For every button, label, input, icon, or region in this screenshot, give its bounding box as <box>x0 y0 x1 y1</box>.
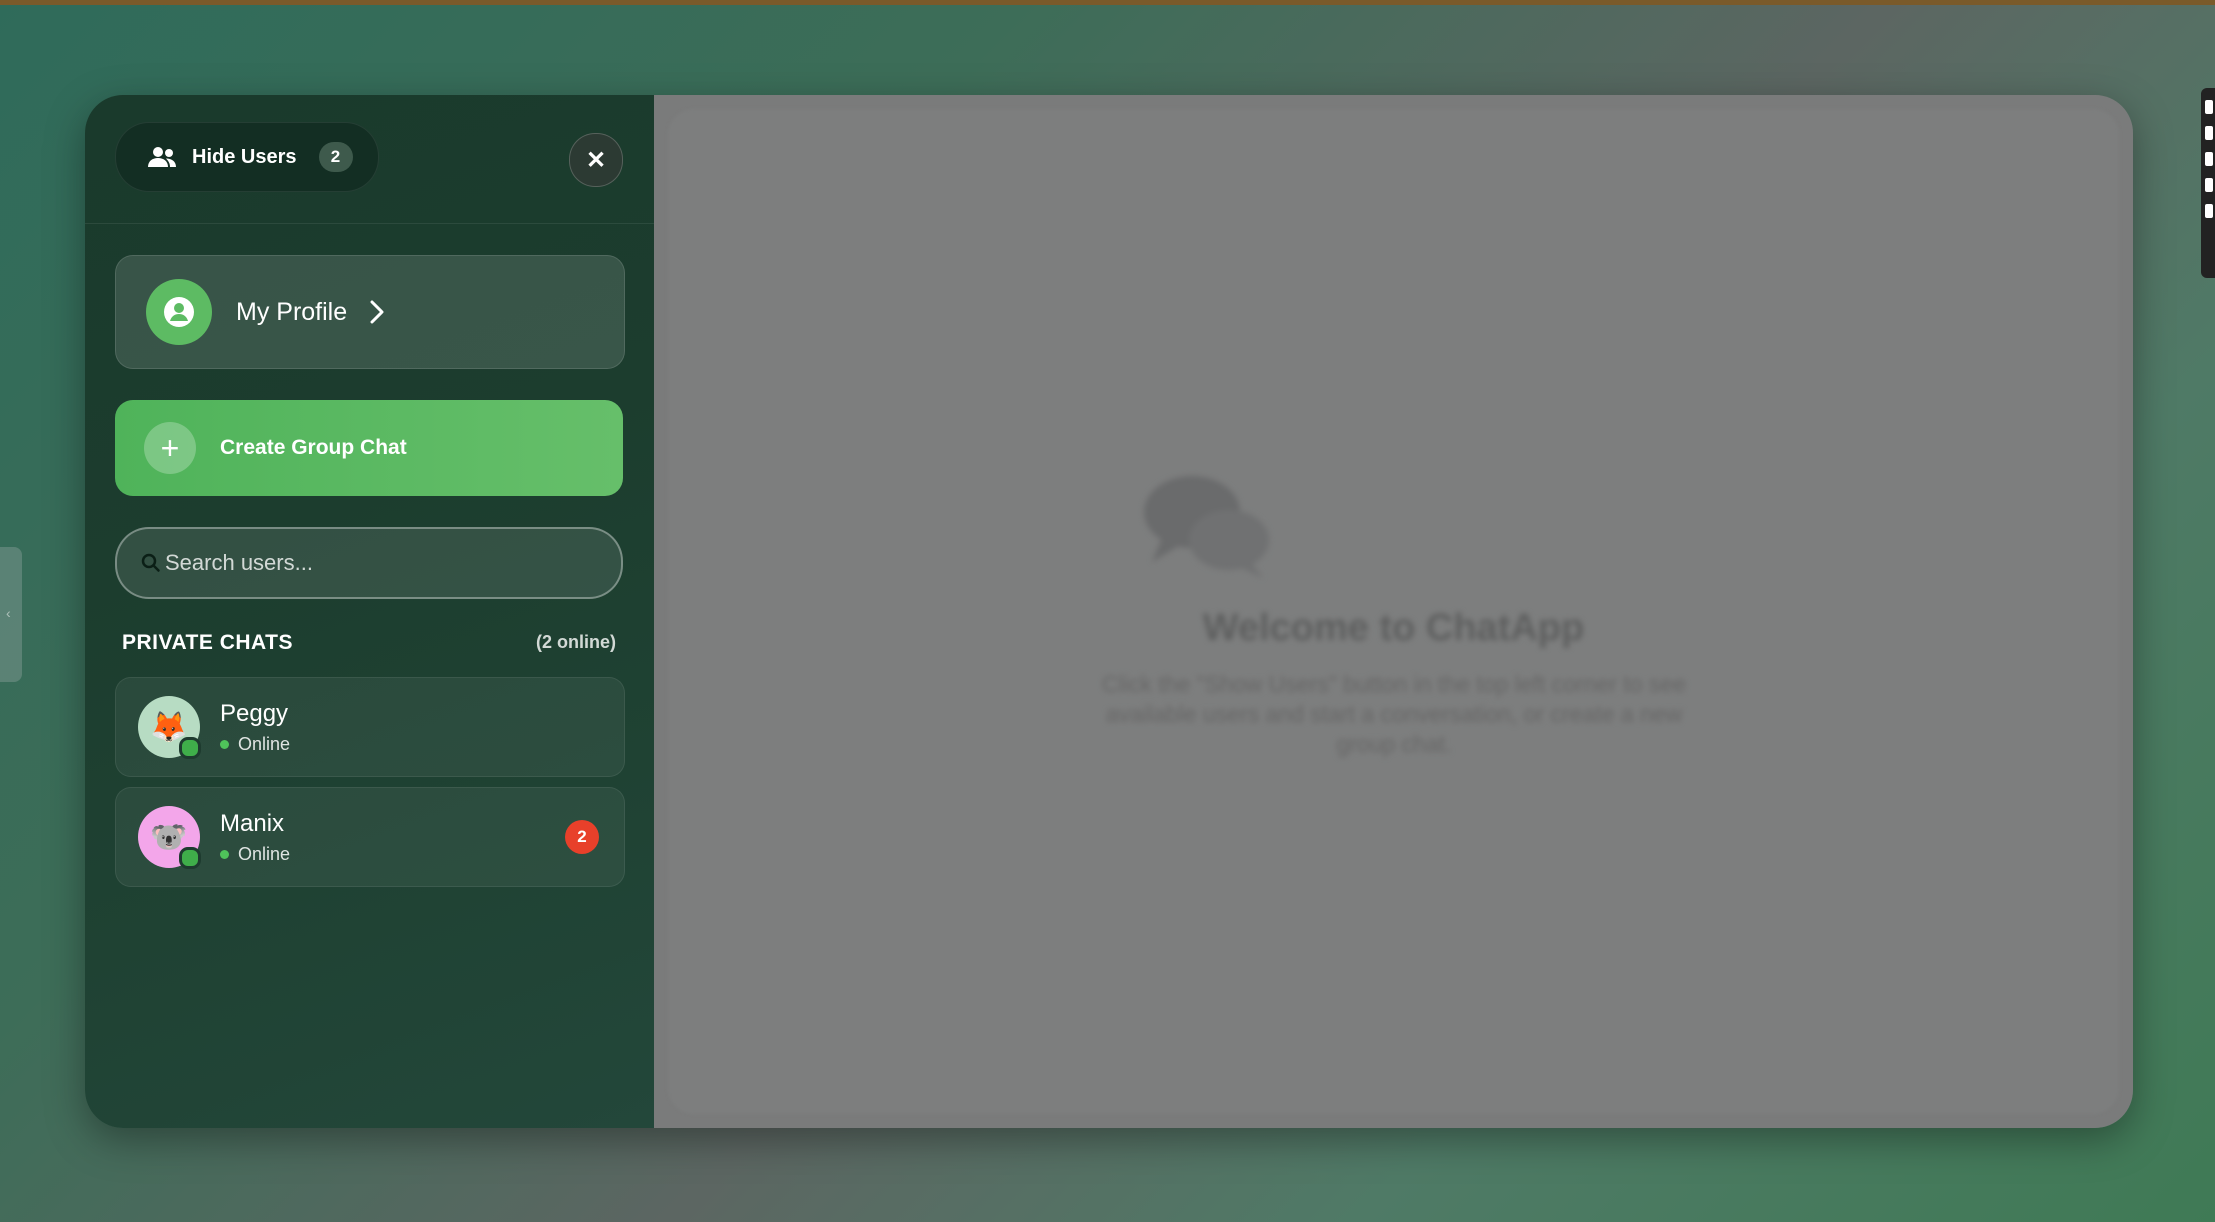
right-toolbar[interactable] <box>2201 88 2215 278</box>
create-group-chat-label: Create Group Chat <box>220 436 407 459</box>
tool-icon[interactable] <box>2205 204 2213 218</box>
status-text: Online <box>238 734 291 754</box>
status-dot-icon <box>220 740 229 749</box>
tool-icon[interactable] <box>2205 178 2213 192</box>
plus-icon: + <box>144 422 196 474</box>
tool-icon[interactable] <box>2205 126 2213 140</box>
status-text: Online <box>238 844 291 864</box>
users-icon <box>148 147 176 167</box>
online-status-dot <box>179 737 201 759</box>
chat-list-item-manix[interactable]: 🐨 Manix Online 2 <box>115 787 625 887</box>
left-drawer-handle[interactable]: ‹ <box>0 547 22 682</box>
user-circle-icon <box>146 279 212 345</box>
chevron-left-icon: ‹ <box>6 605 11 621</box>
welcome-placeholder: Welcome to ChatApp Click the "Show Users… <box>654 95 2133 1128</box>
welcome-text: Click the "Show Users" button in the top… <box>1102 671 1686 757</box>
search-icon <box>141 553 160 572</box>
user-count-badge: 2 <box>318 142 353 172</box>
chat-user-status: Online <box>220 734 290 755</box>
hide-users-button[interactable]: Hide Users 2 <box>115 122 379 192</box>
chat-user-name: Manix <box>220 810 285 837</box>
tool-icon[interactable] <box>2205 100 2213 114</box>
search-users-field[interactable] <box>115 527 623 599</box>
my-profile-label: My Profile <box>236 297 348 326</box>
chat-bubbles-icon <box>1144 476 1269 578</box>
online-count: (2 online) <box>536 632 616 652</box>
chat-user-name: Peggy <box>220 700 289 727</box>
search-input[interactable] <box>163 549 587 577</box>
private-chats-heading: PRIVATE CHATS <box>122 631 294 654</box>
chat-main-area: Welcome to ChatApp Click the "Show Users… <box>654 95 2133 1128</box>
status-dot-icon <box>220 850 229 859</box>
hide-users-label: Hide Users <box>192 145 297 168</box>
users-sidebar: Hide Users 2 ✕ My Profile + Create Group… <box>85 95 654 1128</box>
welcome-title: Welcome to ChatApp <box>1202 607 1585 649</box>
top-edge-strip <box>0 0 2215 5</box>
close-icon: ✕ <box>585 146 607 174</box>
chevron-right-icon <box>370 300 384 324</box>
chat-user-status: Online <box>220 844 290 865</box>
chat-list-item-peggy[interactable]: 🦊 Peggy Online <box>115 677 625 777</box>
tool-icon[interactable] <box>2205 152 2213 166</box>
sidebar-header: Hide Users 2 ✕ <box>85 95 654 224</box>
my-profile-card[interactable]: My Profile <box>115 255 625 369</box>
chat-app-window: Hide Users 2 ✕ My Profile + Create Group… <box>85 95 2133 1128</box>
unread-count-badge: 2 <box>565 820 599 854</box>
close-sidebar-button[interactable]: ✕ <box>569 133 623 187</box>
create-group-chat-button[interactable]: + Create Group Chat <box>115 400 623 496</box>
online-status-dot <box>179 847 201 869</box>
